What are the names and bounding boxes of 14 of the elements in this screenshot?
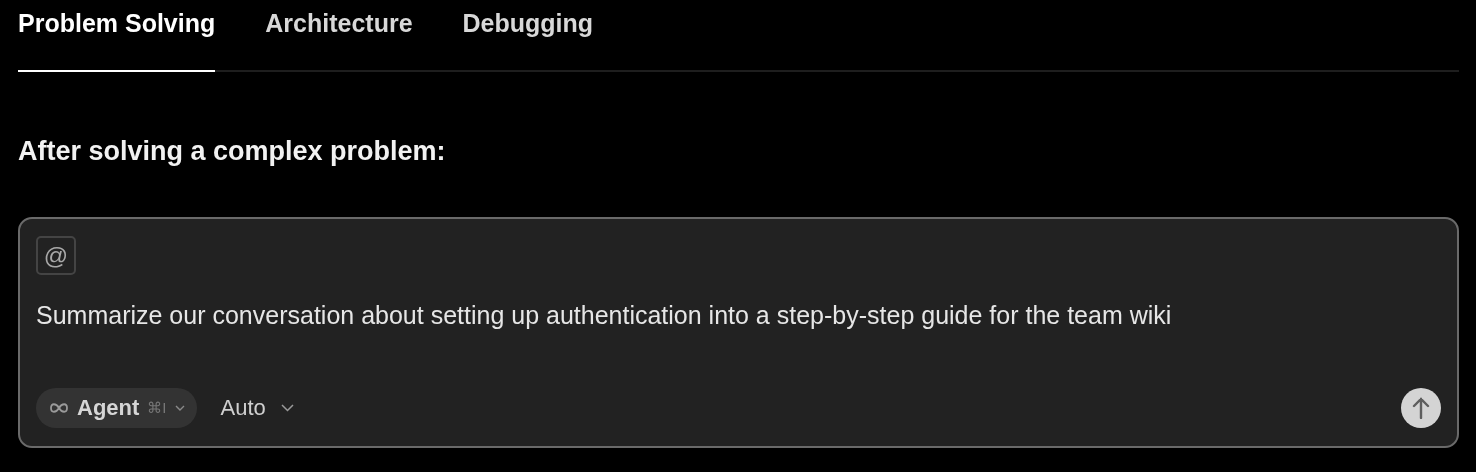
shortcut-hint: ⌘I bbox=[147, 399, 167, 417]
agent-mode-button[interactable]: Agent ⌘I bbox=[36, 388, 197, 428]
prompt-text: Summarize our conversation about setting up authentication into a step-by-step guide for the team wiki bbox=[36, 300, 1173, 331]
chevron-down-icon bbox=[174, 405, 185, 411]
tab[interactable]: Problem Solving bbox=[18, 0, 216, 72]
chevron-down-icon bbox=[280, 404, 294, 412]
model-selector[interactable]: Auto bbox=[220, 395, 294, 421]
send-button[interactable] bbox=[1401, 388, 1441, 428]
tab[interactable]: Debugging bbox=[462, 0, 594, 72]
tab[interactable]: Architecture bbox=[265, 0, 413, 72]
arrow-up-icon bbox=[1412, 397, 1430, 419]
section-heading: After solving a complex problem: bbox=[18, 135, 447, 168]
infinity-icon bbox=[49, 402, 69, 414]
mention-button[interactable]: @ bbox=[36, 236, 76, 275]
